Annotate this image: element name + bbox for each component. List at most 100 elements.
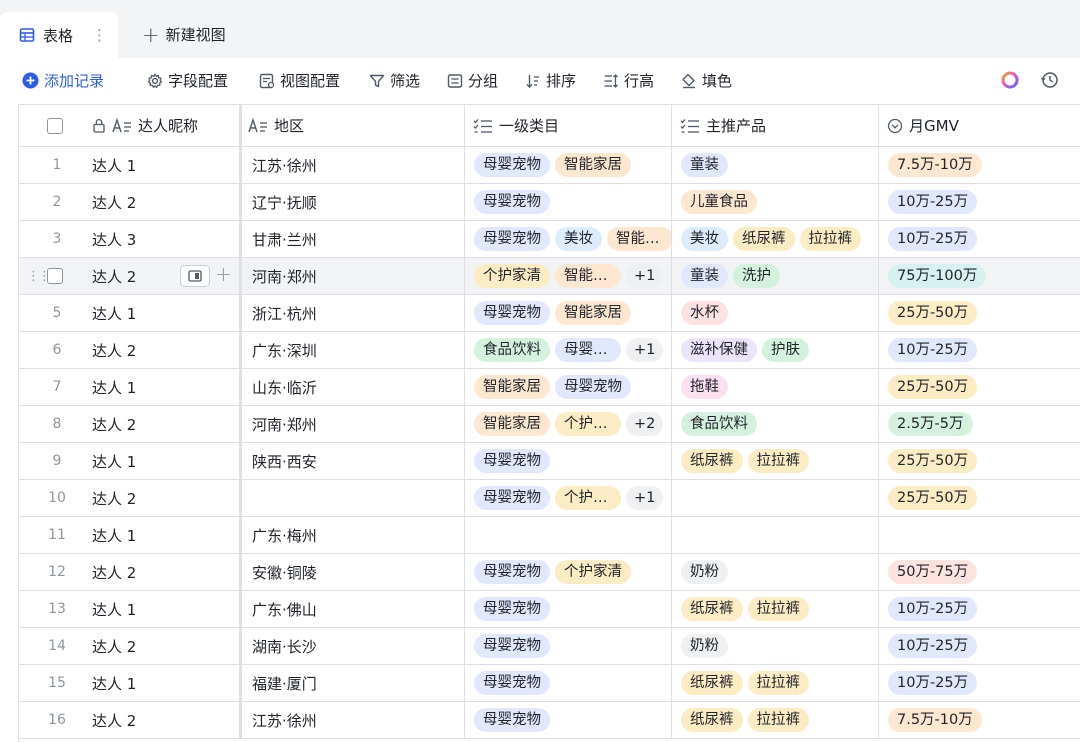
ai-assistant-icon[interactable] [1000, 70, 1020, 90]
name-cell[interactable]: 达人 1 [92, 147, 242, 183]
table-row[interactable]: 10 达人 2 母婴宠物 个护家清 +1 25万-50万 [19, 480, 1080, 517]
field-config-button[interactable]: 字段配置 [146, 70, 228, 91]
product-cell[interactable]: 儿童食品 [672, 184, 879, 220]
table-row[interactable]: 13 达人 1 广东·佛山 母婴宠物 纸尿裤 拉拉裤 10万-25万 [19, 591, 1080, 628]
gmv-cell[interactable]: 25万-50万 [879, 480, 1080, 516]
group-button[interactable]: 分组 [446, 70, 498, 91]
region-cell[interactable]: 辽宁·抚顺 [242, 184, 465, 220]
plus-icon[interactable]: + [215, 262, 232, 286]
category-cell[interactable] [465, 517, 672, 553]
gmv-cell[interactable]: 10万-25万 [879, 221, 1080, 257]
drag-handle-icon[interactable]: ⋮⋮ [27, 269, 51, 284]
view-config-button[interactable]: 视图配置 [258, 70, 340, 91]
category-cell[interactable]: 母婴宠物 [465, 591, 672, 627]
sort-button[interactable]: 排序 [524, 70, 576, 91]
region-cell[interactable]: 陕西·西安 [242, 443, 465, 479]
gmv-cell[interactable]: 25万-50万 [879, 295, 1080, 331]
gmv-cell[interactable]: 75万-100万 [879, 258, 1080, 294]
column-header-region[interactable]: 地区 [242, 105, 465, 146]
add-record-button[interactable]: 添加记录 [22, 70, 104, 91]
name-cell[interactable]: 达人 2 [92, 628, 242, 664]
category-cell[interactable]: 母婴宠物 [465, 628, 672, 664]
gmv-cell[interactable]: 10万-25万 [879, 628, 1080, 664]
gmv-cell[interactable]: 2.5万-5万 [879, 406, 1080, 442]
region-cell[interactable]: 江苏·徐州 [242, 702, 465, 738]
gmv-cell[interactable]: 10万-25万 [879, 665, 1080, 701]
filter-button[interactable]: 筛选 [368, 70, 420, 91]
category-cell[interactable]: 母婴宠物 个护家清 +1 [465, 480, 672, 516]
region-cell[interactable]: 湖南·长沙 [242, 628, 465, 664]
name-cell[interactable]: 达人 2 [92, 702, 242, 738]
gmv-cell[interactable]: 7.5万-10万 [879, 147, 1080, 183]
region-cell[interactable]: 山东·临沂 [242, 369, 465, 405]
product-cell[interactable]: 奶粉 [672, 628, 879, 664]
gmv-cell[interactable]: 10万-25万 [879, 332, 1080, 368]
product-cell[interactable]: 美妆 纸尿裤 拉拉裤 [672, 221, 879, 257]
region-cell[interactable] [242, 480, 465, 516]
category-cell[interactable]: 智能家居 个护家清 +2 [465, 406, 672, 442]
table-row[interactable]: 6 达人 2 广东·深圳 食品饮料 母婴宠物 +1 滋补保健 护肤 10万-25万 [19, 332, 1080, 369]
product-cell[interactable]: 纸尿裤 拉拉裤 [672, 443, 879, 479]
category-cell[interactable]: 母婴宠物 智能家居 [465, 295, 672, 331]
table-row[interactable]: 1 达人 1 江苏·徐州 母婴宠物 智能家居 童装 7.5万-10万 [19, 147, 1080, 184]
name-cell[interactable]: 达人 2 [92, 332, 242, 368]
category-cell[interactable]: 母婴宠物 [465, 443, 672, 479]
category-cell[interactable]: 母婴宠物 [465, 184, 672, 220]
category-cell[interactable]: 食品饮料 母婴宠物 +1 [465, 332, 672, 368]
product-cell[interactable]: 纸尿裤 拉拉裤 [672, 665, 879, 701]
name-cell[interactable]: 达人 1 [92, 517, 242, 553]
new-view-button[interactable]: + 新建视图 [142, 24, 226, 45]
table-row[interactable]: 5 达人 1 浙江·杭州 母婴宠物 智能家居 水杯 25万-50万 [19, 295, 1080, 332]
more-count-badge[interactable]: +1 [626, 338, 664, 362]
product-cell[interactable]: 纸尿裤 拉拉裤 [672, 591, 879, 627]
gmv-cell[interactable] [879, 517, 1080, 553]
tab-grid-view[interactable]: 表格 ⋮ [0, 12, 118, 58]
category-cell[interactable]: 母婴宠物 [465, 702, 672, 738]
product-cell[interactable] [672, 480, 879, 516]
row-height-button[interactable]: 行高 [602, 70, 654, 91]
more-options-icon[interactable]: ⋮ [92, 26, 107, 44]
gmv-cell[interactable]: 10万-25万 [879, 184, 1080, 220]
product-cell[interactable]: 食品饮料 [672, 406, 879, 442]
category-cell[interactable]: 个护家清 智能家居 +1 [465, 258, 672, 294]
category-cell[interactable]: 母婴宠物 个护家清 [465, 554, 672, 590]
column-header-name[interactable]: 达人昵称 [92, 105, 242, 146]
column-header-gmv[interactable]: 月GMV [879, 105, 1080, 146]
more-count-badge[interactable]: +1 [626, 264, 664, 288]
table-row[interactable]: 8 达人 2 河南·郑州 智能家居 个护家清 +2 食品饮料 2.5万-5万 [19, 406, 1080, 443]
product-cell[interactable]: 奶粉 [672, 554, 879, 590]
name-cell[interactable]: 达人 2 [92, 554, 242, 590]
category-cell[interactable]: 母婴宠物 智能家居 [465, 147, 672, 183]
name-cell[interactable]: 达人 2 [92, 184, 242, 220]
region-cell[interactable]: 广东·佛山 [242, 591, 465, 627]
table-row[interactable]: 9 达人 1 陕西·西安 母婴宠物 纸尿裤 拉拉裤 25万-50万 [19, 443, 1080, 480]
gmv-cell[interactable]: 10万-25万 [879, 591, 1080, 627]
region-cell[interactable]: 广东·深圳 [242, 332, 465, 368]
table-row[interactable]: ⋮⋮ 达人 2 + 河南·郑州 个护家清 智能家居 +1 童装 洗护 75万-100万 [19, 258, 1080, 295]
table-row[interactable]: 15 达人 1 福建·厦门 母婴宠物 纸尿裤 拉拉裤 10万-25万 [19, 665, 1080, 702]
column-header-product[interactable]: 主推产品 [672, 105, 879, 146]
product-cell[interactable]: 滋补保健 护肤 [672, 332, 879, 368]
product-cell[interactable] [672, 517, 879, 553]
table-row[interactable]: 12 达人 2 安徽·铜陵 母婴宠物 个护家清 奶粉 50万-75万 [19, 554, 1080, 591]
gmv-cell[interactable]: 25万-50万 [879, 369, 1080, 405]
category-cell[interactable]: 智能家居 母婴宠物 [465, 369, 672, 405]
name-cell[interactable]: 达人 1 [92, 295, 242, 331]
gmv-cell[interactable]: 25万-50万 [879, 443, 1080, 479]
name-cell[interactable]: 达人 1 [92, 443, 242, 479]
product-cell[interactable]: 纸尿裤 拉拉裤 [672, 702, 879, 738]
column-header-category[interactable]: 一级类目 [465, 105, 672, 146]
table-row[interactable]: 14 达人 2 湖南·长沙 母婴宠物 奶粉 10万-25万 [19, 628, 1080, 665]
name-cell[interactable]: 达人 2 [92, 406, 242, 442]
region-cell[interactable]: 河南·郑州 [242, 406, 465, 442]
category-cell[interactable]: 母婴宠物 [465, 665, 672, 701]
table-row[interactable]: 3 达人 3 甘肃·兰州 母婴宠物 美妆 智能家居 美妆 纸尿裤 拉拉裤 10万-25万 [19, 221, 1080, 258]
name-cell[interactable]: 达人 1 [92, 369, 242, 405]
name-cell[interactable]: 达人 1 [92, 591, 242, 627]
region-cell[interactable]: 河南·郑州 [242, 258, 465, 294]
region-cell[interactable]: 福建·厦门 [242, 665, 465, 701]
region-cell[interactable]: 甘肃·兰州 [242, 221, 465, 257]
select-all-checkbox[interactable] [47, 117, 63, 134]
gmv-cell[interactable]: 50万-75万 [879, 554, 1080, 590]
table-row[interactable]: 2 达人 2 辽宁·抚顺 母婴宠物 儿童食品 10万-25万 [19, 184, 1080, 221]
